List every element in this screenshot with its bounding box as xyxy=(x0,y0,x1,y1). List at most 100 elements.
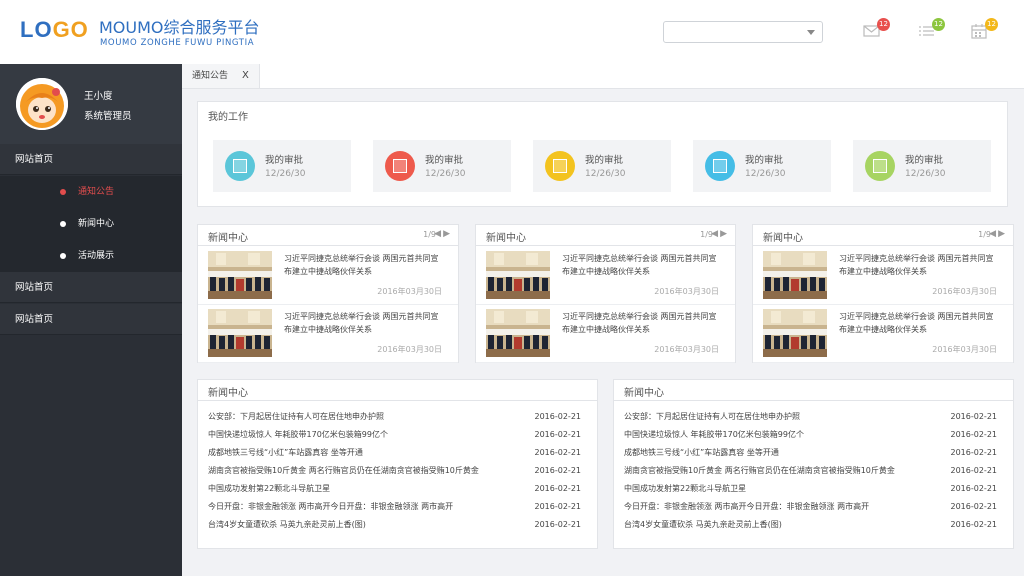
list-item[interactable]: 中国快递垃圾惊人 年耗胶带170亿米包装箱99亿个 2016-02-21 xyxy=(624,426,997,444)
bullet-icon xyxy=(60,221,66,227)
list-item[interactable]: 成都地铁三号线“小红”车站露真容 坐等开通 2016-02-21 xyxy=(208,444,581,462)
list-item-date: 2016-02-21 xyxy=(950,502,998,511)
list-item-title[interactable]: 湖南贪官被指受贿10斤黄金 两名行贿官员仍在任湖南贪官被指受贿10斤黄金 xyxy=(208,462,479,480)
tab-notice[interactable]: 通知公告 X xyxy=(182,64,260,88)
nav-sub-events[interactable]: 活动展示 xyxy=(0,240,182,272)
list-item-title[interactable]: 今日开盘：非银金融领涨 两市高开今日开盘：非银金融领涨 两市高开 xyxy=(208,498,453,516)
nav-item-home-3[interactable]: 网站首页 xyxy=(0,304,182,335)
user-role: 系统管理员 xyxy=(84,111,132,122)
work-card-label: 我的审批 xyxy=(425,155,464,166)
news-item[interactable]: 习近平同捷克总统举行会谈 两国元首共同宣布建立中捷战略伙伴关系 2016年03月3… xyxy=(753,246,1013,305)
news-item[interactable]: 习近平同捷克总统举行会谈 两国元首共同宣布建立中捷战略伙伴关系 2016年03月3… xyxy=(476,246,735,305)
nav-item-home-2[interactable]: 网站首页 xyxy=(0,272,182,303)
list-item-title[interactable]: 公安部：下月起居住证持有人可在居住地申办护照 xyxy=(624,408,800,426)
close-icon[interactable]: X xyxy=(242,70,249,81)
list-item[interactable]: 公安部：下月起居住证持有人可在居住地申办护照 2016-02-21 xyxy=(624,408,997,426)
news-panel: 新闻中心 1/9 ◀▶ 习近平同捷克总统举行会谈 两国元首共同宣布建立中捷战略伙伴关系… xyxy=(475,224,736,363)
list-item-date: 2016-02-21 xyxy=(534,448,582,457)
list-item[interactable]: 成都地铁三号线“小红”车站露真容 坐等开通 2016-02-21 xyxy=(624,444,997,462)
list-item-title[interactable]: 今日开盘：非银金融领涨 两市高开今日开盘：非银金融领涨 两市高开 xyxy=(624,498,869,516)
news-headline[interactable]: 习近平同捷克总统举行会谈 两国元首共同宣布建立中捷战略伙伴关系 xyxy=(284,310,444,336)
list-item[interactable]: 今日开盘：非银金融领涨 两市高开今日开盘：非银金融领涨 两市高开 2016-02-… xyxy=(208,498,581,516)
list-item-title[interactable]: 成都地铁三号线“小红”车站露真容 坐等开通 xyxy=(624,444,779,462)
chevron-left-icon[interactable]: ◀ xyxy=(711,229,720,239)
news-thumbnail[interactable] xyxy=(208,309,272,357)
list-item-date: 2016-02-21 xyxy=(534,502,582,511)
work-card-date: 12/26/30 xyxy=(265,169,306,179)
approval-icon xyxy=(545,151,575,181)
work-card[interactable]: 我的审批 12/26/30 xyxy=(533,140,671,192)
work-card-date: 12/26/30 xyxy=(745,169,786,179)
list-item-title[interactable]: 成都地铁三号线“小红”车站露真容 坐等开通 xyxy=(208,444,363,462)
avatar[interactable] xyxy=(16,78,68,130)
work-card-label: 我的审批 xyxy=(745,155,784,166)
list-item-title[interactable]: 台湾4岁女童遭砍杀 马英九亲赴灵前上香(图) xyxy=(208,516,366,534)
list-item[interactable]: 中国快递垃圾惊人 年耗胶带170亿米包装箱99亿个 2016-02-21 xyxy=(208,426,581,444)
news-item[interactable]: 习近平同捷克总统举行会谈 两国元首共同宣布建立中捷战略伙伴关系 2016年03月3… xyxy=(198,304,458,363)
news-thumbnail[interactable] xyxy=(486,309,550,357)
list-item[interactable]: 台湾4岁女童遭砍杀 马英九亲赴灵前上香(图) 2016-02-21 xyxy=(624,516,997,534)
work-card[interactable]: 我的审批 12/26/30 xyxy=(373,140,511,192)
news-date: 2016年03月30日 xyxy=(377,287,442,296)
news-thumbnail[interactable] xyxy=(486,251,550,299)
mail-icon[interactable]: 12 xyxy=(862,18,890,40)
nav-item-label: 网站首页 xyxy=(15,314,54,325)
news-item[interactable]: 习近平同捷克总统举行会谈 两国元首共同宣布建立中捷战略伙伴关系 2016年03月3… xyxy=(476,304,735,363)
list-item[interactable]: 公安部：下月起居住证持有人可在居住地申办护照 2016-02-21 xyxy=(208,408,581,426)
news-panel-header: 新闻中心 1/9 ◀▶ xyxy=(476,225,735,246)
list-panel-header: 新闻中心 xyxy=(614,380,1013,401)
list-item-date: 2016-02-21 xyxy=(534,466,582,475)
work-card[interactable]: 我的审批 12/26/30 xyxy=(853,140,991,192)
news-headline[interactable]: 习近平同捷克总统举行会谈 两国元首共同宣布建立中捷战略伙伴关系 xyxy=(839,310,999,336)
list-item-date: 2016-02-21 xyxy=(950,484,998,493)
news-item[interactable]: 习近平同捷克总统举行会谈 两国元首共同宣布建立中捷战略伙伴关系 2016年03月3… xyxy=(198,246,458,305)
news-thumbnail[interactable] xyxy=(763,309,827,357)
list-item-date: 2016-02-21 xyxy=(534,484,582,493)
list-item[interactable]: 湖南贪官被指受贿10斤黄金 两名行贿官员仍在任湖南贪官被指受贿10斤黄金 2016… xyxy=(624,462,997,480)
list-icon[interactable]: 12 xyxy=(917,18,945,40)
nav-sub-label: 通知公告 xyxy=(78,187,115,197)
list-item-date: 2016-02-21 xyxy=(534,520,582,529)
list-item-title[interactable]: 湖南贪官被指受贿10斤黄金 两名行贿官员仍在任湖南贪官被指受贿10斤黄金 xyxy=(624,462,895,480)
list-item-title[interactable]: 中国成功发射第22颗北斗导航卫星 xyxy=(208,480,330,498)
chevron-left-icon[interactable]: ◀ xyxy=(989,229,998,239)
news-headline[interactable]: 习近平同捷克总统举行会谈 两国元首共同宣布建立中捷战略伙伴关系 xyxy=(562,310,721,336)
news-panel-header: 新闻中心 1/9 ◀▶ xyxy=(198,225,458,246)
top-dropdown[interactable] xyxy=(663,21,823,43)
chevron-right-icon[interactable]: ▶ xyxy=(998,229,1007,239)
chevron-left-icon[interactable]: ◀ xyxy=(434,229,443,239)
news-item[interactable]: 习近平同捷克总统举行会谈 两国元首共同宣布建立中捷战略伙伴关系 2016年03月3… xyxy=(753,304,1013,363)
nav-sub-notice[interactable]: 通知公告 xyxy=(0,176,182,208)
list-item[interactable]: 湖南贪官被指受贿10斤黄金 两名行贿官员仍在任湖南贪官被指受贿10斤黄金 2016… xyxy=(208,462,581,480)
pager-arrows: ◀▶ xyxy=(434,229,452,239)
calendar-icon[interactable]: 12 xyxy=(970,18,998,40)
nav-sub-news[interactable]: 新闻中心 xyxy=(0,208,182,240)
news-headline[interactable]: 习近平同捷克总统举行会谈 两国元首共同宣布建立中捷战略伙伴关系 xyxy=(284,252,444,278)
list-item[interactable]: 台湾4岁女童遭砍杀 马英九亲赴灵前上香(图) 2016-02-21 xyxy=(208,516,581,534)
news-headline[interactable]: 习近平同捷克总统举行会谈 两国元首共同宣布建立中捷战略伙伴关系 xyxy=(839,252,999,278)
calendar-badge: 12 xyxy=(985,18,998,31)
list-item[interactable]: 中国成功发射第22颗北斗导航卫星 2016-02-21 xyxy=(208,480,581,498)
list-item-title[interactable]: 中国快递垃圾惊人 年耗胶带170亿米包装箱99亿个 xyxy=(624,426,804,444)
news-panel-title: 新闻中心 xyxy=(208,233,248,244)
list-item-date: 2016-02-21 xyxy=(950,448,998,457)
list-item-title[interactable]: 台湾4岁女童遭砍杀 马英九亲赴灵前上香(图) xyxy=(624,516,782,534)
logo[interactable]: LOGO xyxy=(20,17,89,43)
chevron-right-icon[interactable]: ▶ xyxy=(720,229,729,239)
list-item[interactable]: 中国成功发射第22颗北斗导航卫星 2016-02-21 xyxy=(624,480,997,498)
news-headline[interactable]: 习近平同捷克总统举行会谈 两国元首共同宣布建立中捷战略伙伴关系 xyxy=(562,252,721,278)
news-thumbnail[interactable] xyxy=(763,251,827,299)
nav-sub-label: 新闻中心 xyxy=(78,219,115,229)
list-item-title[interactable]: 中国成功发射第22颗北斗导航卫星 xyxy=(624,480,746,498)
work-card[interactable]: 我的审批 12/26/30 xyxy=(213,140,351,192)
work-card[interactable]: 我的审批 12/26/30 xyxy=(693,140,831,192)
news-thumbnail[interactable] xyxy=(208,251,272,299)
nav-item-home[interactable]: 网站首页 xyxy=(0,144,182,175)
work-card-date: 12/26/30 xyxy=(425,169,466,179)
chevron-right-icon[interactable]: ▶ xyxy=(443,229,452,239)
list-item-date: 2016-02-21 xyxy=(534,430,582,439)
list-item-title[interactable]: 中国快递垃圾惊人 年耗胶带170亿米包装箱99亿个 xyxy=(208,426,388,444)
news-panel-header: 新闻中心 1/9 ◀▶ xyxy=(753,225,1013,246)
list-item[interactable]: 今日开盘：非银金融领涨 两市高开今日开盘：非银金融领涨 两市高开 2016-02-… xyxy=(624,498,997,516)
list-item-title[interactable]: 公安部：下月起居住证持有人可在居住地申办护照 xyxy=(208,408,384,426)
